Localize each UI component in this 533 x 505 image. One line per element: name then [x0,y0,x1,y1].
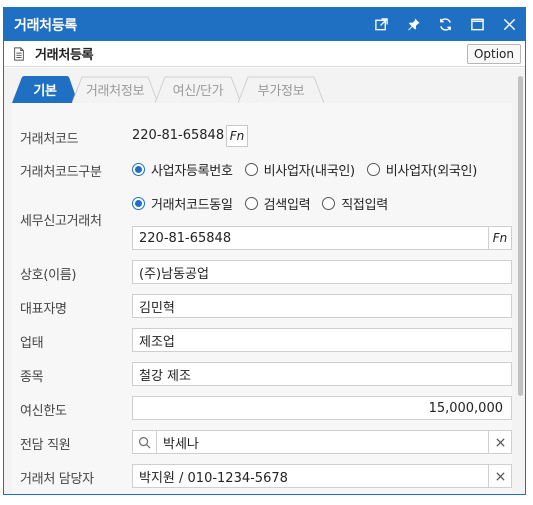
code-value: 220-81-65848 [132,128,225,143]
radio-business-number[interactable]: 사업자등록번호 [132,160,233,179]
tax-partner-fn-button[interactable]: Fn [488,227,511,249]
tab-bar: 기본 거래처정보 여신/단가 부가정보 [4,68,516,103]
tax-partner-radio-group: 거래처코드동일 검색입력 직접입력 [132,194,400,213]
code-fn-button[interactable]: Fn [226,125,248,147]
maximize-icon[interactable] [461,8,493,41]
business-type-field[interactable]: 제조업 [132,328,512,352]
pin-icon[interactable] [397,8,429,41]
radio-unselected-icon [244,163,258,176]
clear-icon[interactable] [488,431,511,453]
tab-credit-price[interactable]: 여신/단가 [155,76,241,103]
tab-additional-info[interactable]: 부가정보 [238,76,324,103]
popout-icon[interactable] [365,8,397,41]
business-item-label: 종목 [20,370,44,385]
radio-non-business-domestic[interactable]: 비사업자(내국인) [244,160,355,179]
employee-label: 전담 직원 [20,438,71,453]
tab-label: 거래처정보 [85,84,145,99]
title-bar: 거래처등록 [4,8,525,41]
page-title: 거래처등록 [35,48,94,63]
ceo-name-field[interactable]: 김민혁 [132,294,512,318]
tax-partner-value: 220-81-65848 [139,230,232,246]
business-item-field[interactable]: 철강 제조 [132,362,512,386]
radio-same-code[interactable]: 거래처코드동일 [132,194,233,213]
toolbar: 거래처등록 Option [4,41,525,67]
company-name-field[interactable]: (주)남동공업 [132,260,512,284]
radio-search-input[interactable]: 검색입력 [244,194,311,213]
tab-label: 기본 [33,84,57,99]
company-name-label: 상호(이름) [20,268,77,283]
window-title: 거래처등록 [14,17,77,34]
contact-label: 거래처 담당자 [20,472,94,487]
code-type-radio-group: 사업자등록번호 비사업자(내국인) 비사업자(외국인) [132,160,489,179]
tax-partner-field[interactable]: 220-81-65848 Fn [132,226,512,250]
clear-icon[interactable] [488,465,511,487]
employee-field[interactable]: 박세나 [132,430,512,454]
radio-unselected-icon [322,197,336,210]
radio-selected-icon [132,163,145,176]
tab-label: 부가정보 [257,84,305,99]
radio-selected-icon [132,197,145,210]
search-icon[interactable] [133,431,157,453]
business-type-label: 업태 [20,336,44,351]
document-icon [14,46,24,61]
ceo-name-label: 대표자명 [20,302,67,317]
scrollbar-thumb[interactable] [518,76,523,396]
code-type-label: 거래처코드구분 [20,165,102,180]
radio-unselected-icon [366,163,380,176]
content-area: 기본 거래처정보 여신/단가 부가정보 거래처코드 220-81-65848 F… [4,68,516,494]
close-icon[interactable] [493,8,525,41]
radio-direct-input[interactable]: 직접입력 [322,194,388,213]
tab-label: 여신/단가 [172,84,224,99]
tab-partner-info[interactable]: 거래처정보 [72,76,158,103]
radio-non-business-foreign[interactable]: 비사업자(외국인) [366,160,477,179]
contact-field[interactable]: 박지원 / 010-1234-5678 [132,464,512,488]
code-label: 거래처코드 [20,132,79,147]
window: 거래처등록 거래처등록 Option 기본 거래처정보 여신/단가 부가정보 거… [3,7,526,495]
credit-limit-field[interactable]: 15,000,000 [132,396,512,420]
vertical-scrollbar[interactable] [515,68,525,494]
refresh-icon[interactable] [429,8,461,41]
tax-partner-label: 세무신고거래처 [20,214,102,229]
option-button[interactable]: Option [466,43,521,64]
credit-limit-label: 여신한도 [20,404,67,419]
tab-basic[interactable]: 기본 [12,76,78,103]
radio-unselected-icon [244,197,258,210]
form-panel: 거래처코드 220-81-65848 Fn 거래처코드구분 사업자등록번호 비사… [12,103,512,494]
